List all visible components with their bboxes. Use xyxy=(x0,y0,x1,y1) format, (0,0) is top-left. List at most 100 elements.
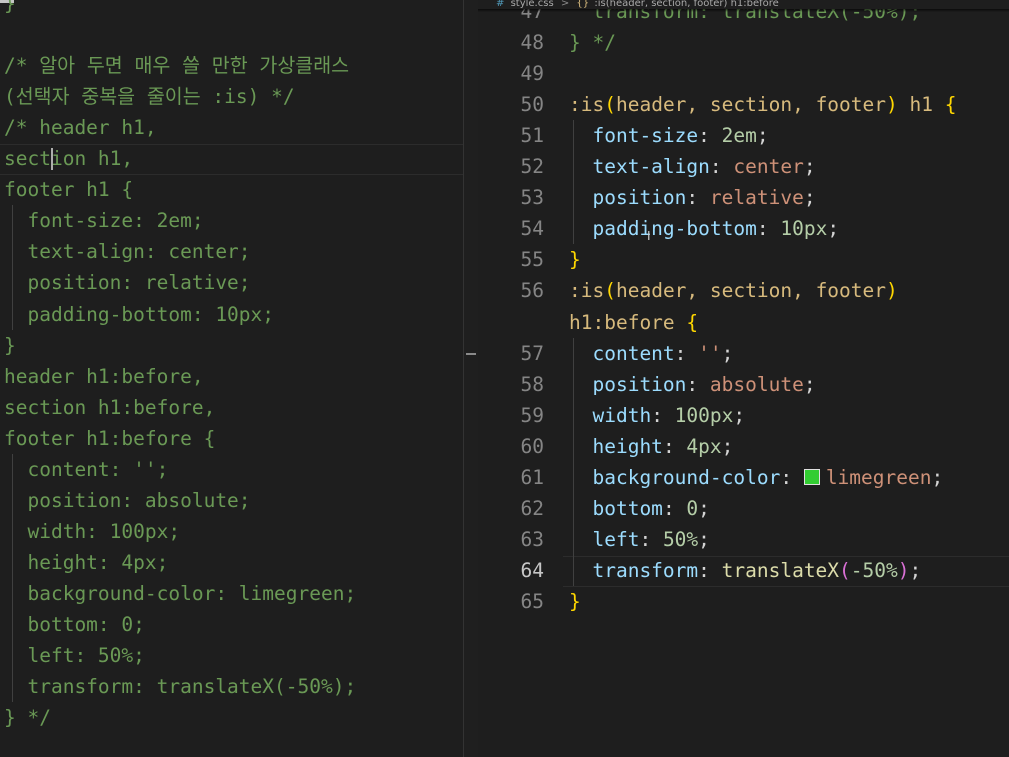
code-line[interactable]: /* 알아 두면 매우 쓸 만한 가상클래스 xyxy=(0,50,463,81)
code-line[interactable]: footer h1:before { xyxy=(0,423,463,454)
code-line[interactable]: section h1, xyxy=(0,143,463,174)
code-line[interactable]: width: 100px; xyxy=(0,516,463,547)
code-line[interactable]: 63 left: 50%; xyxy=(478,524,1009,555)
code-token: ) xyxy=(886,279,898,303)
editor-split-divider[interactable] xyxy=(463,0,479,757)
code-text: width: 100px; xyxy=(4,516,180,547)
code-line[interactable]: 55} xyxy=(478,244,1009,275)
code-line[interactable]: 64 transform: translateX(-50%); xyxy=(478,555,1009,586)
code-line[interactable]: 60 height: 4px; xyxy=(478,431,1009,462)
color-swatch-icon[interactable] xyxy=(803,468,820,485)
code-token: text-align: center; xyxy=(4,240,251,264)
code-line[interactable]: 48} */ xyxy=(478,27,1009,58)
divider-scroll-indicator xyxy=(466,353,476,355)
code-line[interactable]: 50:is(header, section, footer) h1 { xyxy=(478,89,1009,120)
code-token: : xyxy=(662,434,687,458)
code-line[interactable]: position: absolute; xyxy=(0,485,463,516)
code-token: content: ''; xyxy=(4,457,169,481)
code-line[interactable]: header h1:before, xyxy=(0,361,463,392)
left-editor-pane[interactable]: } /* 알아 두면 매우 쓸 만한 가상클래스 (선택자 중복을 줄이는 :is)… xyxy=(0,0,463,757)
code-token: content xyxy=(592,341,675,365)
code-token: 100px xyxy=(674,403,734,427)
code-line[interactable]: /* header h1, xyxy=(0,112,463,143)
code-token: (선택자 중복을 줄이는 :is) */ xyxy=(4,85,295,109)
code-token: 4px xyxy=(686,434,722,458)
code-line[interactable]: 59 width: 100px; xyxy=(478,400,1009,431)
code-token: } */ xyxy=(4,706,51,730)
code-token: : xyxy=(674,341,699,365)
code-token: background-color xyxy=(592,465,781,489)
code-line[interactable]: 58 position: absolute; xyxy=(478,369,1009,400)
code-token: ( xyxy=(839,558,851,582)
code-line[interactable]: 53 position: relative; xyxy=(478,182,1009,213)
code-token: limegreen xyxy=(825,465,932,489)
code-line[interactable]: } xyxy=(0,0,463,19)
code-token: '' xyxy=(698,341,722,365)
code-text: height: 4px; xyxy=(569,431,733,462)
breadcrumb[interactable]: # style.css > {} :is(header, section, fo… xyxy=(478,0,1009,9)
code-token: ; xyxy=(909,558,922,582)
code-token: ; xyxy=(721,434,734,458)
code-text: position: absolute; xyxy=(4,485,250,516)
code-line[interactable]: 56:is(header, section, footer) xyxy=(478,275,1009,306)
breadcrumb-separator: > xyxy=(560,0,570,9)
code-line[interactable]: bottom: 0; xyxy=(0,609,463,640)
code-line[interactable]: h1:before { xyxy=(478,307,1009,338)
code-token: ; xyxy=(733,403,746,427)
code-line[interactable]: content: ''; xyxy=(0,454,463,485)
code-token: /* 알아 두면 매우 쓸 만한 가상클래스 xyxy=(4,54,350,78)
code-token: : xyxy=(686,186,710,210)
code-token: transform xyxy=(592,558,699,582)
code-text: content: ''; xyxy=(4,454,168,485)
code-token: section h1, xyxy=(4,147,134,171)
code-line[interactable]: transform: translateX(-50%); xyxy=(0,671,463,702)
code-token: /* header h1, xyxy=(4,116,157,140)
code-line[interactable]: padding-bottom: 10px; xyxy=(0,299,463,330)
code-line[interactable]: text-align: center; xyxy=(0,236,463,267)
code-line[interactable]: 57 content: ''; xyxy=(478,338,1009,369)
right-editor-pane[interactable]: 47 transform: translateX(-50%);48} */495… xyxy=(478,0,1009,757)
code-line[interactable]: (선택자 중복을 줄이는 :is) */ xyxy=(0,81,463,112)
code-token: h1:before xyxy=(569,310,687,334)
line-number: 53 xyxy=(520,186,544,210)
code-line[interactable]: background-color: limegreen; xyxy=(0,578,463,609)
code-text: (선택자 중복을 줄이는 :is) */ xyxy=(4,81,295,112)
code-line[interactable] xyxy=(0,19,463,50)
code-line[interactable]: } xyxy=(0,330,463,361)
code-line[interactable]: } */ xyxy=(0,702,463,733)
code-line[interactable]: position: relative; xyxy=(0,267,463,298)
code-line[interactable]: 61 background-color: limegreen; xyxy=(478,462,1009,493)
code-token: } xyxy=(4,0,16,15)
code-line[interactable]: section h1:before, xyxy=(0,392,463,423)
line-number: 56 xyxy=(520,279,544,303)
code-line[interactable]: 51 font-size: 2em; xyxy=(478,120,1009,151)
text-cursor-icon xyxy=(51,148,53,171)
code-token: } xyxy=(569,248,581,272)
code-text: padding-bottom: 10px; xyxy=(4,299,274,330)
code-line[interactable]: height: 4px; xyxy=(0,547,463,578)
indent-guide xyxy=(12,453,13,703)
code-line[interactable]: font-size: 2em; xyxy=(0,205,463,236)
code-token: { xyxy=(944,93,957,117)
code-line[interactable]: footer h1 { xyxy=(0,174,463,205)
code-line[interactable]: 62 bottom: 0; xyxy=(478,493,1009,524)
code-token: bottom xyxy=(592,496,663,520)
code-text: } xyxy=(4,330,16,361)
code-line[interactable]: 65} xyxy=(478,586,1009,617)
breadcrumb-file[interactable]: style.css xyxy=(511,0,554,9)
line-number: 48 xyxy=(520,31,544,55)
scroll-shadow xyxy=(478,9,1009,12)
code-line[interactable]: 54 padding-bottom: 10px; xyxy=(478,213,1009,244)
indent-guide xyxy=(573,337,574,586)
code-line[interactable]: 49 xyxy=(478,58,1009,89)
code-line[interactable]: 52 text-align: center; xyxy=(478,151,1009,182)
line-number: 59 xyxy=(520,403,544,427)
code-token: 50% xyxy=(662,527,699,551)
code-token: header, section, footer xyxy=(615,279,887,303)
breadcrumb-symbol[interactable]: :is(header, section, footer) h1:before xyxy=(594,0,779,9)
code-token: header h1:before, xyxy=(4,364,204,388)
code-token: ) xyxy=(886,93,898,117)
code-token: position xyxy=(592,186,687,210)
line-number: 64 xyxy=(520,558,544,582)
code-line[interactable]: left: 50%; xyxy=(0,640,463,671)
